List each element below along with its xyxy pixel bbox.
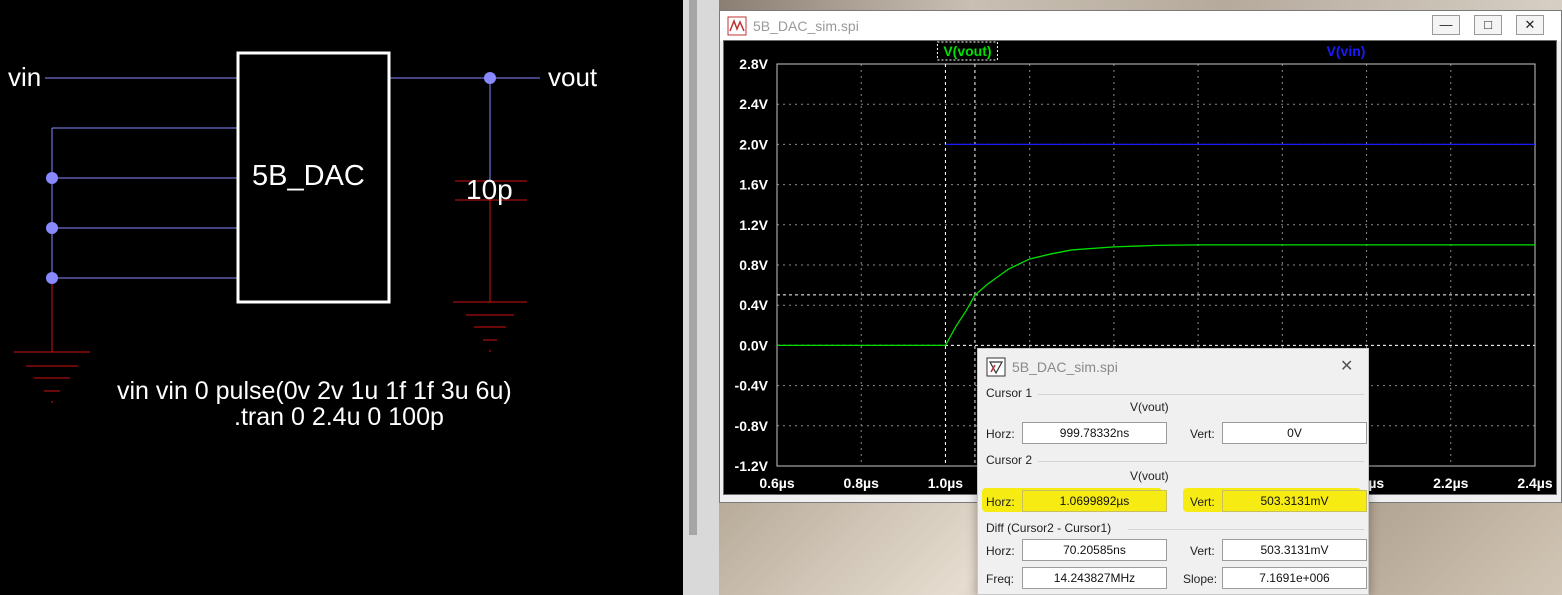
cursor1-vert-label: Vert: bbox=[1190, 427, 1215, 441]
y-tick-label: 2.4V bbox=[739, 96, 768, 112]
x-tick-label: 1.0µs bbox=[928, 475, 964, 491]
junction-bit-4 bbox=[46, 272, 58, 284]
x-tick-label: 2.4µs bbox=[1517, 475, 1553, 491]
diff-freq-label: Freq: bbox=[986, 572, 1015, 586]
y-tick-label: 1.6V bbox=[739, 177, 768, 193]
capacitor-value: 10p bbox=[466, 174, 513, 205]
cursor2-horz-field[interactable]: 1.0699892µs bbox=[1022, 490, 1167, 512]
y-tick-label: -1.2V bbox=[735, 458, 769, 474]
legend-vout[interactable]: V(vout) bbox=[943, 43, 991, 59]
cursor1-heading: Cursor 1 bbox=[986, 386, 1033, 400]
x-tick-label: 2.2µs bbox=[1433, 475, 1469, 491]
schematic-canvas[interactable]: vin vout 5B_DAC 10p vin vin 0 pulse(0v 2… bbox=[0, 0, 683, 595]
ground-cap-icon bbox=[453, 301, 527, 352]
cursor2-horz-label: Horz: bbox=[986, 495, 1015, 509]
cursor2-vert-label: Vert: bbox=[1190, 495, 1215, 509]
junction-bit-3 bbox=[46, 222, 58, 234]
cursor2-trace: V(vout) bbox=[1130, 469, 1169, 483]
cursor1-horz-field[interactable]: 999.78332ns bbox=[1022, 422, 1167, 444]
close-button[interactable]: ✕ bbox=[1516, 15, 1544, 35]
y-tick-label: -0.8V bbox=[735, 418, 769, 434]
window-titlebar[interactable]: 5B_DAC_sim.spi — □ ✕ bbox=[720, 11, 1561, 41]
cursor1-separator bbox=[1038, 394, 1364, 395]
diff-vert-field[interactable]: 503.3131mV bbox=[1222, 539, 1367, 561]
diff-heading: Diff (Cursor2 - Cursor1) bbox=[986, 521, 1112, 535]
junction-vout bbox=[484, 72, 496, 84]
legend-vin[interactable]: V(vin) bbox=[1327, 43, 1366, 59]
cursor2-heading: Cursor 2 bbox=[986, 453, 1033, 467]
diff-vert-label: Vert: bbox=[1190, 544, 1215, 558]
dialog-close-button[interactable]: ✕ bbox=[1340, 356, 1353, 376]
spice-directive-source: vin vin 0 pulse(0v 2v 1u 1f 1f 3u 6u) bbox=[117, 377, 512, 405]
maximize-button[interactable]: □ bbox=[1474, 15, 1502, 35]
ground-bits-icon bbox=[14, 284, 90, 403]
minimize-button[interactable]: — bbox=[1432, 15, 1460, 35]
cursor1-horz-label: Horz: bbox=[986, 427, 1015, 441]
window-title: 5B_DAC_sim.spi bbox=[753, 18, 859, 34]
x-tick-label: 0.6µs bbox=[759, 475, 795, 491]
cursor2-vert-field[interactable]: 503.3131mV bbox=[1222, 490, 1367, 512]
x-tick-label: 0.8µs bbox=[844, 475, 880, 491]
diff-freq-field[interactable]: 14.243827MHz bbox=[1022, 567, 1167, 589]
y-tick-label: 1.2V bbox=[739, 217, 768, 233]
dialog-app-icon bbox=[986, 357, 1006, 377]
spice-directive-tran: .tran 0 2.4u 0 100p bbox=[234, 403, 444, 431]
y-tick-label: 2.8V bbox=[739, 56, 768, 72]
cursor1-trace: V(vout) bbox=[1130, 400, 1169, 414]
net-label-vout: vout bbox=[548, 62, 598, 92]
vertical-scrollbar[interactable] bbox=[689, 0, 697, 535]
diff-separator bbox=[1128, 529, 1364, 530]
dac-block-label: 5B_DAC bbox=[252, 160, 365, 192]
cursor2-separator bbox=[1038, 461, 1364, 462]
diff-slope-field[interactable]: 7.1691e+006 bbox=[1222, 567, 1367, 589]
diff-horz-label: Horz: bbox=[986, 544, 1015, 558]
diff-horz-field[interactable]: 70.20585ns bbox=[1022, 539, 1167, 561]
y-tick-label: -0.4V bbox=[735, 378, 769, 394]
y-tick-label: 0.0V bbox=[739, 337, 768, 353]
dialog-title: 5B_DAC_sim.spi bbox=[1012, 359, 1118, 375]
junction-bit-2 bbox=[46, 172, 58, 184]
cursor1-vert-field[interactable]: 0V bbox=[1222, 422, 1367, 444]
net-label-vin: vin bbox=[8, 62, 42, 92]
waveform-app-icon bbox=[727, 16, 747, 36]
y-tick-label: 0.8V bbox=[739, 257, 768, 273]
desktop-background-top bbox=[719, 0, 1562, 10]
y-tick-label: 0.4V bbox=[739, 297, 768, 313]
cursor-dialog: 5B_DAC_sim.spi ✕ Cursor 1 V(vout) Horz: … bbox=[977, 348, 1369, 595]
diff-slope-label: Slope: bbox=[1183, 572, 1218, 586]
y-tick-label: 2.0V bbox=[739, 136, 768, 152]
